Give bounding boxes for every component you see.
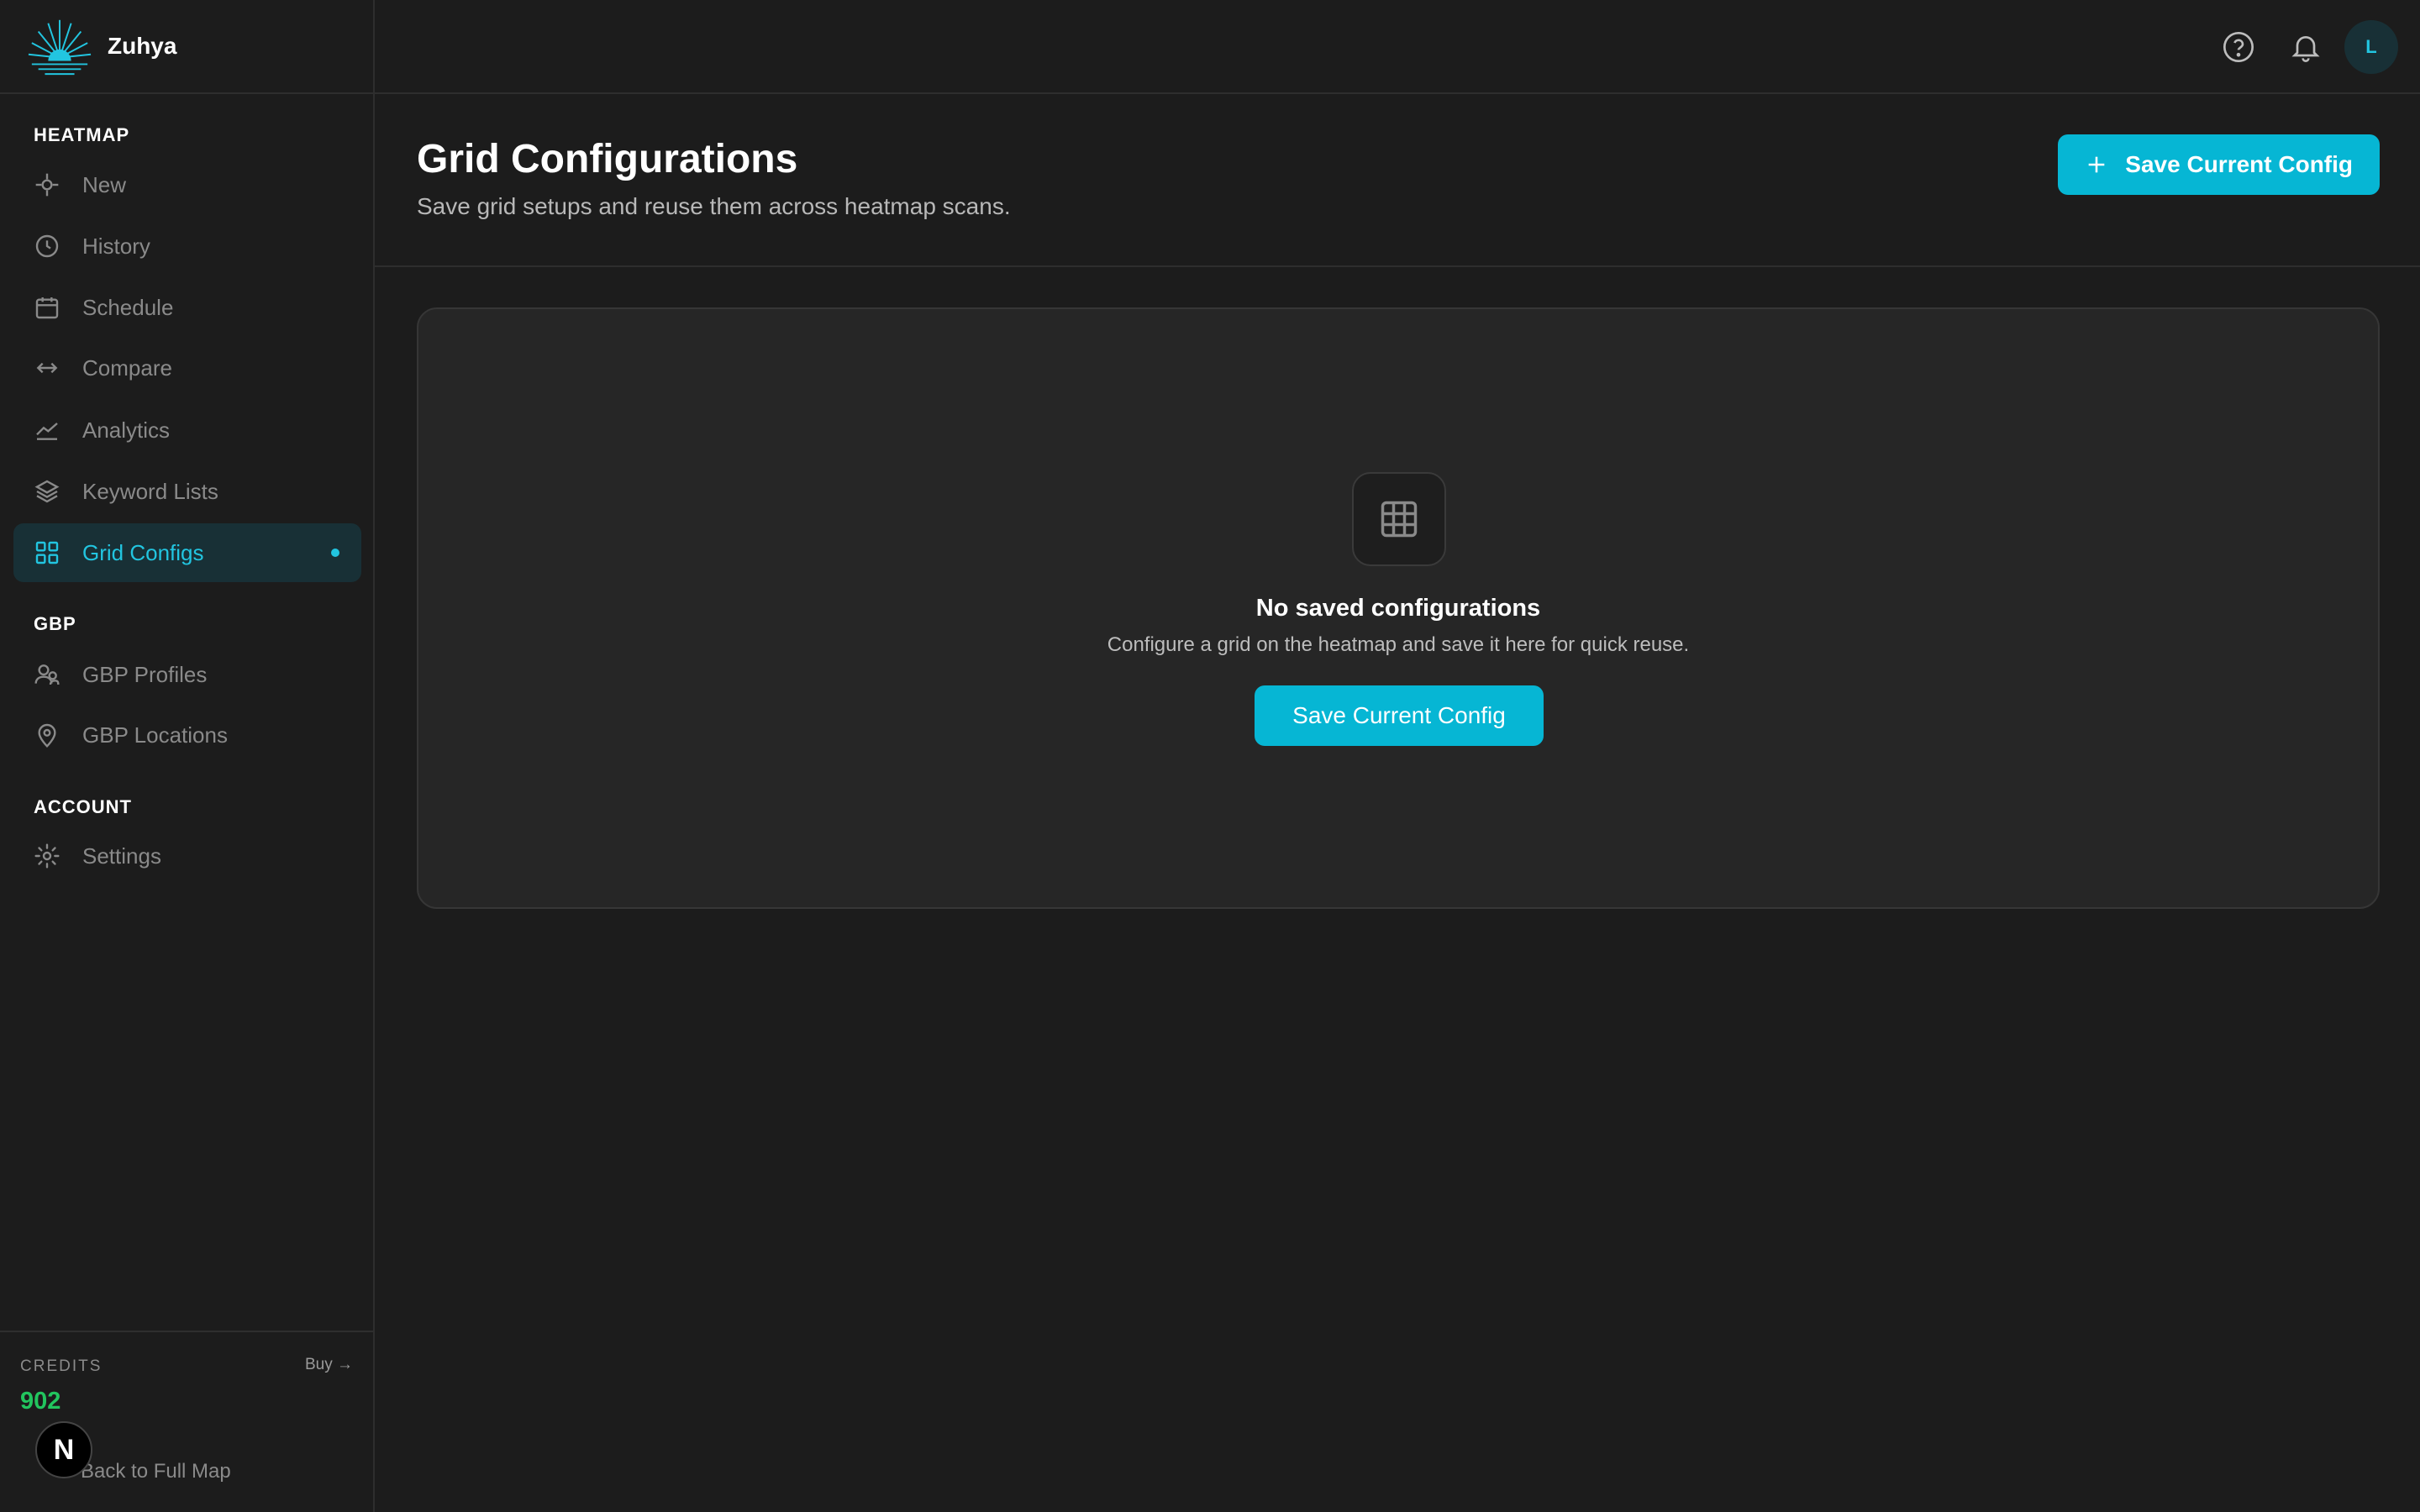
button-label: Save Current Config xyxy=(2125,151,2353,177)
buy-credits-link[interactable]: Buy → xyxy=(305,1356,353,1374)
map-pin-icon xyxy=(38,723,56,748)
empty-state-card: No saved configurations Configure a grid… xyxy=(417,307,2380,909)
sunburst-logo-icon xyxy=(28,19,92,76)
credits-value: 902 xyxy=(20,1388,61,1415)
save-current-config-button[interactable]: Save Current Config xyxy=(2058,134,2380,195)
sidebar-item-gbp-profiles[interactable]: GBP Profiles xyxy=(13,645,361,704)
sidebar-item-label: Analytics xyxy=(82,417,171,443)
grid-icon xyxy=(35,541,59,564)
dev-tools-badge[interactable]: N xyxy=(35,1421,92,1478)
arrows-horizontal-icon xyxy=(36,362,58,374)
line-chart-icon xyxy=(36,423,58,440)
sidebar-item-label: History xyxy=(82,233,150,259)
sidebar-item-analytics[interactable]: Analytics xyxy=(13,401,361,459)
clock-icon xyxy=(35,234,59,258)
sidebar-item-label: Schedule xyxy=(82,294,174,320)
credits-panel: CREDITS Buy → 902 Back to Full Map xyxy=(0,1331,373,1512)
back-to-full-map-link[interactable]: Back to Full Map xyxy=(81,1460,231,1483)
calendar-icon xyxy=(35,297,59,319)
empty-state-title: No saved configurations xyxy=(1255,595,1541,622)
sidebar-item-grid-configs[interactable]: Grid Configs xyxy=(13,523,361,582)
empty-state-save-button[interactable]: Save Current Config xyxy=(1255,685,1544,746)
sidebar-item-label: Keyword Lists xyxy=(82,478,218,504)
page-title: Grid Configurations xyxy=(417,137,798,181)
sidebar-item-new[interactable]: New xyxy=(13,155,361,214)
crosshair-icon xyxy=(35,173,59,197)
bell-icon[interactable] xyxy=(2289,30,2323,64)
layers-icon xyxy=(34,480,60,503)
sidebar: Zuhya HEATMAP New History Schedule Compa… xyxy=(0,0,375,1512)
topbar: L xyxy=(375,0,2420,94)
page-header: Grid Configurations Save grid setups and… xyxy=(375,94,2420,267)
sidebar-item-settings[interactable]: Settings xyxy=(13,827,361,885)
credits-label: CREDITS xyxy=(20,1357,103,1375)
brand[interactable]: Zuhya xyxy=(0,0,373,94)
table-grid-icon xyxy=(1381,501,1418,538)
empty-state-text: Configure a grid on the heatmap and save… xyxy=(1107,633,1690,656)
sidebar-item-compare[interactable]: Compare xyxy=(13,339,361,397)
sidebar-item-label: Grid Configs xyxy=(82,539,204,565)
sidebar-item-label: GBP Profiles xyxy=(82,661,208,687)
sidebar-item-label: GBP Locations xyxy=(82,722,228,748)
sidebar-item-gbp-locations[interactable]: GBP Locations xyxy=(13,706,361,764)
section-title-gbp: GBP xyxy=(34,613,76,634)
section-title-account: ACCOUNT xyxy=(34,796,132,817)
plus-icon xyxy=(2088,156,2105,173)
sidebar-item-history[interactable]: History xyxy=(13,217,361,276)
active-indicator-dot xyxy=(331,549,339,557)
users-icon xyxy=(34,664,60,685)
help-icon[interactable] xyxy=(2222,30,2255,64)
app-name: Zuhya xyxy=(108,33,177,59)
gear-icon xyxy=(34,843,60,869)
sidebar-item-label: Compare xyxy=(82,354,172,381)
page-subtitle: Save grid setups and reuse them across h… xyxy=(417,193,1011,219)
sidebar-item-keyword-lists[interactable]: Keyword Lists xyxy=(13,462,361,521)
sidebar-item-label: Settings xyxy=(82,843,161,869)
empty-state-icon-box xyxy=(1352,472,1446,566)
section-title-heatmap: HEATMAP xyxy=(34,124,130,145)
sidebar-item-schedule[interactable]: Schedule xyxy=(13,278,361,337)
sidebar-item-label: New xyxy=(82,171,127,197)
user-avatar[interactable]: L xyxy=(2344,20,2398,74)
